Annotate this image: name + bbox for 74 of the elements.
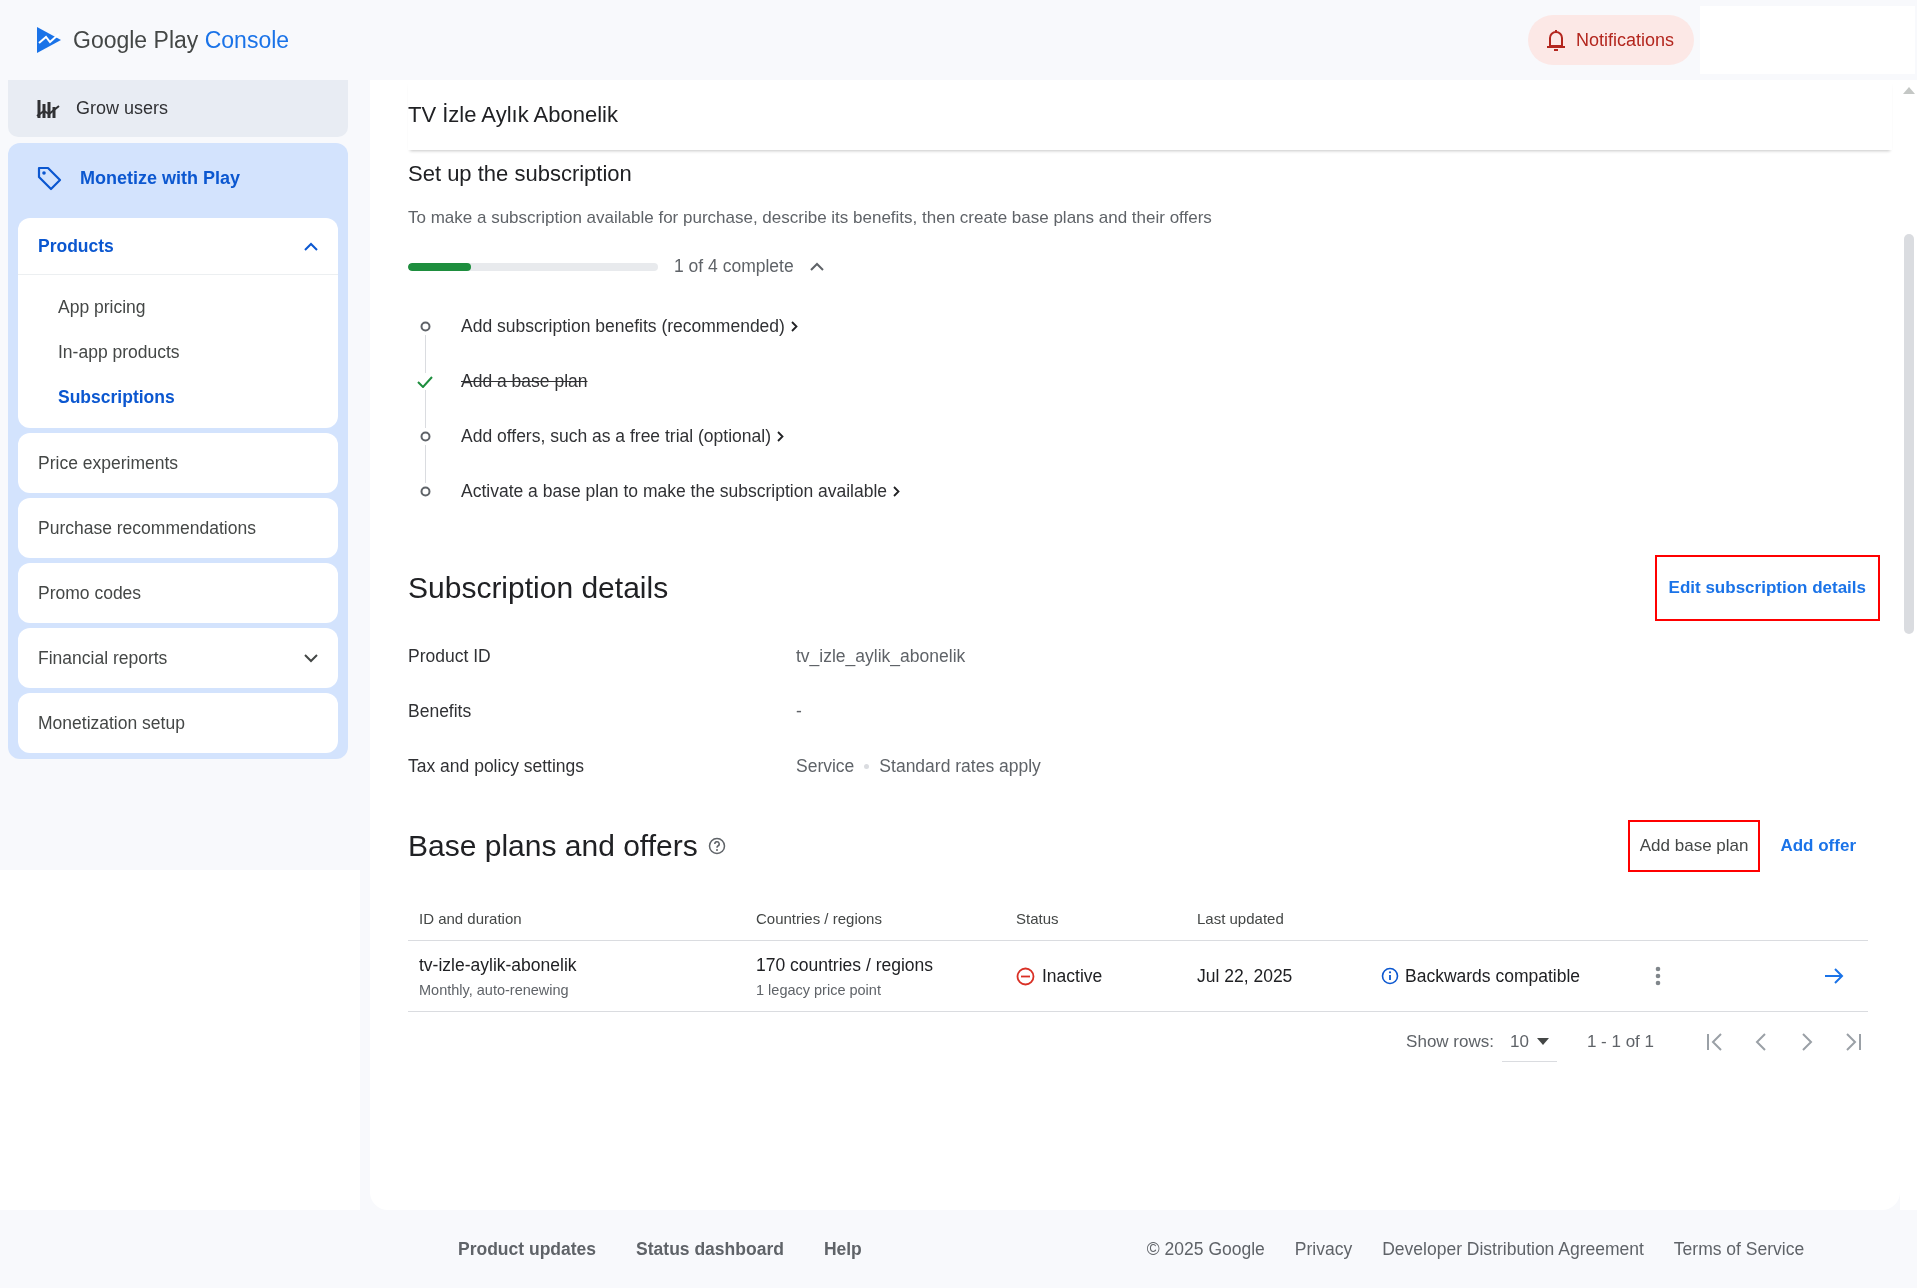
section-heading: Set up the subscription bbox=[408, 161, 632, 187]
rows-label: Show rows: bbox=[1406, 1032, 1494, 1052]
add-button[interactable]: Add base plan bbox=[1627, 820, 1761, 872]
footer-link[interactable]: Privacy bbox=[1294, 1238, 1353, 1260]
table-cell: Backwards compatible bbox=[1405, 965, 1581, 987]
nav-item[interactable]: Products bbox=[18, 218, 338, 275]
description-text: To make a subscription available for purchase, describe its benefits, then create base plans and their offers bbox=[408, 208, 1213, 228]
nav-item[interactable]: Promo codes bbox=[18, 563, 338, 623]
page-title: TV İzle Aylık Abonelik bbox=[408, 102, 618, 128]
last-page-icon[interactable] bbox=[1844, 1032, 1862, 1052]
bar-chart-icon bbox=[36, 97, 60, 120]
separator-dot bbox=[864, 764, 870, 769]
progress-label: 1 of 4 complete bbox=[674, 256, 794, 277]
nav-subitem[interactable]: Subscriptions bbox=[18, 375, 338, 420]
column-header: Status bbox=[1016, 909, 1060, 927]
first-page-icon[interactable] bbox=[1706, 1032, 1724, 1052]
edit-button[interactable]: Edit subscription details bbox=[1654, 555, 1880, 621]
step-text: Add a base plan bbox=[461, 371, 588, 392]
nav-section[interactable]: Grow users bbox=[8, 80, 348, 137]
column-header: Last updated bbox=[1197, 909, 1285, 927]
footer-link[interactable]: Terms of Service bbox=[1673, 1238, 1805, 1260]
notifications-button[interactable]: Notifications bbox=[1527, 15, 1694, 65]
field-value: tv_izle_aylik_abonelik bbox=[796, 646, 966, 667]
field-value: Service bbox=[796, 756, 855, 777]
scroll-up-icon bbox=[1902, 86, 1915, 94]
column-header: Countries / regions bbox=[756, 909, 883, 927]
footer-link[interactable]: Product updates bbox=[458, 1238, 597, 1260]
table-cell-text: 1 legacy price point bbox=[756, 981, 882, 998]
add-offer-button[interactable]: Add offer bbox=[1768, 820, 1868, 872]
field-label: Benefits bbox=[408, 701, 473, 722]
nav-subitem[interactable]: App pricing bbox=[18, 285, 338, 330]
chevron-up-icon bbox=[809, 262, 824, 271]
status-text: Inactive bbox=[1042, 965, 1103, 987]
tag-icon bbox=[36, 165, 62, 191]
field-label: Tax and policy settings bbox=[408, 756, 586, 777]
nav-item[interactable]: Financial reports bbox=[18, 628, 338, 688]
chevron-up-icon bbox=[304, 241, 318, 251]
play-logo-icon bbox=[35, 25, 63, 55]
chevron-right-icon bbox=[777, 431, 784, 442]
field-value: - bbox=[796, 701, 802, 722]
section-heading: Base plans and offers bbox=[408, 829, 698, 863]
bell-icon bbox=[1545, 28, 1566, 52]
nav-item[interactable]: Monetization setup bbox=[18, 693, 338, 753]
scrollbar-thumb[interactable] bbox=[1903, 234, 1914, 634]
chevron-right-icon bbox=[790, 321, 798, 332]
table-cell-text: Monthly, auto-renewing bbox=[419, 981, 570, 998]
step-link[interactable]: Add offers, such as a free trial (optional) bbox=[461, 426, 784, 447]
table-cell-text: tv-izle-aylik-abonelik bbox=[419, 954, 578, 976]
dropdown-icon bbox=[1536, 1038, 1549, 1045]
field-value: Standard rates apply bbox=[879, 756, 1041, 777]
page-range: 1 - 1 of 1 bbox=[1586, 1032, 1654, 1052]
footer-link[interactable]: Help bbox=[823, 1238, 862, 1260]
help-icon[interactable] bbox=[707, 837, 726, 855]
footer-link[interactable]: Developer Distribution Agreement bbox=[1382, 1238, 1644, 1260]
copyright-text: © 2025 Google bbox=[1146, 1238, 1265, 1260]
nav-item[interactable]: Purchase recommendations bbox=[18, 498, 338, 558]
step-link[interactable]: Activate a base plan to make the subscription available bbox=[461, 481, 901, 502]
field-label: Product ID bbox=[408, 646, 492, 667]
column-header: ID and duration bbox=[418, 909, 523, 927]
section-heading: Subscription details bbox=[408, 571, 669, 605]
info-icon bbox=[1381, 967, 1399, 985]
more-vertical-icon[interactable] bbox=[1655, 966, 1661, 986]
chevron-down-icon bbox=[304, 653, 318, 663]
footer-link[interactable]: Status dashboard bbox=[636, 1238, 784, 1260]
logo-text: Google Play Console bbox=[73, 26, 290, 54]
table-cell-text: 170 countries / regions bbox=[756, 954, 935, 976]
nav-section[interactable]: Monetize with Play bbox=[18, 143, 338, 213]
chevron-right-icon bbox=[893, 486, 901, 497]
rows-dropdown[interactable]: 10 bbox=[1501, 1022, 1557, 1062]
nav-item[interactable]: Price experiments bbox=[18, 433, 338, 493]
step-link[interactable]: Add subscription benefits (recommended) bbox=[461, 316, 798, 337]
table-cell: Jul 22, 2025 bbox=[1197, 965, 1293, 986]
nav-subitem[interactable]: In-app products bbox=[18, 330, 338, 375]
arrow-right-icon[interactable] bbox=[1824, 968, 1844, 984]
